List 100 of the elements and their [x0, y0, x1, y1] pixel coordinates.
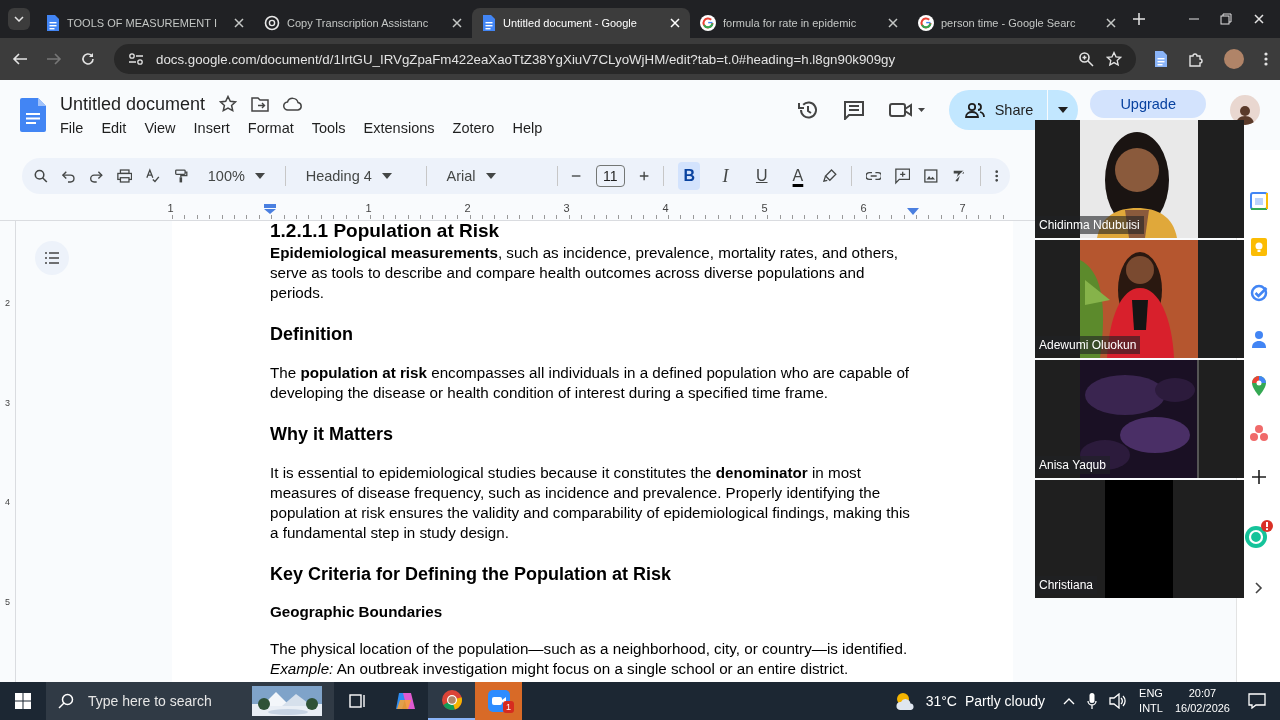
- close-icon[interactable]: [1104, 16, 1118, 30]
- style-dropdown[interactable]: Heading 4: [299, 166, 412, 186]
- ruler-number: 6: [859, 201, 868, 216]
- more-icon[interactable]: [1264, 51, 1268, 67]
- calendar-icon[interactable]: [1249, 192, 1268, 210]
- share-button[interactable]: Share: [948, 90, 1079, 130]
- cloud-icon[interactable]: [283, 97, 304, 111]
- browser-tab[interactable]: formula for rate in epidemic: [690, 8, 908, 38]
- document-title[interactable]: Untitled document: [60, 93, 206, 115]
- windows-logo-icon[interactable]: [15, 693, 31, 709]
- close-icon[interactable]: [450, 16, 464, 30]
- chevron-icon[interactable]: [1254, 582, 1263, 594]
- clock-date[interactable]: 16/02/2026: [1174, 701, 1230, 716]
- format-button[interactable]: U: [750, 162, 773, 190]
- caret-icon[interactable]: [1058, 107, 1069, 113]
- plus-icon[interactable]: [639, 170, 650, 182]
- indent-marker-icon[interactable]: [264, 204, 276, 214]
- link-icon[interactable]: [865, 171, 881, 181]
- outline-button[interactable]: [35, 241, 69, 275]
- grammar-badge-icon[interactable]: [1243, 520, 1274, 550]
- zoom-app-icon[interactable]: [487, 690, 510, 712]
- ruler-number: 5: [760, 201, 769, 216]
- print-icon[interactable]: [117, 168, 133, 184]
- ruler-number: 3: [5, 396, 10, 410]
- more-icon[interactable]: [994, 168, 998, 184]
- new-tab-icon[interactable]: [1132, 12, 1146, 26]
- menu-item[interactable]: File: [54, 118, 90, 137]
- menu-item[interactable]: View: [138, 118, 182, 137]
- avatar[interactable]: [1230, 95, 1260, 125]
- menu-item[interactable]: Edit: [95, 118, 133, 137]
- close-icon[interactable]: [1252, 12, 1266, 26]
- ruler-number: 5: [5, 595, 10, 609]
- image-icon[interactable]: [924, 168, 939, 184]
- map-pin-icon[interactable]: [1251, 376, 1266, 396]
- chevron-up-icon[interactable]: [1063, 697, 1076, 705]
- menu-item[interactable]: Zotero: [446, 118, 501, 137]
- menu-item[interactable]: Format: [241, 118, 300, 137]
- spellcheck-icon[interactable]: [146, 168, 161, 184]
- menu-item[interactable]: Insert: [187, 118, 236, 137]
- close-icon[interactable]: [886, 16, 900, 30]
- ruler-number: 4: [5, 496, 10, 509]
- format-button[interactable]: B: [678, 162, 701, 190]
- task-check-icon[interactable]: [1249, 284, 1268, 302]
- menu-item[interactable]: Extensions: [357, 118, 441, 137]
- paint-roller-icon[interactable]: [174, 168, 188, 184]
- menu-item[interactable]: Help: [506, 118, 549, 137]
- browser-tab[interactable]: Untitled document - Google: [472, 8, 690, 38]
- font-dropdown[interactable]: Arial: [440, 166, 543, 186]
- share-label[interactable]: Share: [994, 102, 1034, 118]
- language-code[interactable]: ENG: [1139, 686, 1163, 701]
- task-view-icon[interactable]: [348, 693, 367, 709]
- docs-logo-icon[interactable]: [20, 98, 46, 132]
- forward-icon[interactable]: [46, 51, 62, 67]
- notification-icon[interactable]: [1248, 693, 1266, 709]
- chrome-icon[interactable]: [440, 689, 463, 711]
- back-icon[interactable]: [12, 51, 28, 67]
- comment-icon[interactable]: [842, 100, 865, 120]
- speaker-icon[interactable]: [1109, 693, 1128, 709]
- restore-icon[interactable]: [1220, 13, 1232, 25]
- search-box[interactable]: Type here to search: [46, 682, 334, 720]
- video-camera-icon[interactable]: [888, 101, 925, 119]
- menu-item[interactable]: Tools: [305, 118, 352, 137]
- format-button[interactable]: I: [714, 162, 737, 190]
- copilot-icon[interactable]: [393, 691, 416, 711]
- keyboard-layout[interactable]: INTL: [1139, 701, 1163, 716]
- zoom-dropdown[interactable]: 100%: [201, 166, 271, 186]
- folder-icon[interactable]: [251, 96, 270, 112]
- redo-icon[interactable]: [89, 169, 103, 183]
- tab-search-button[interactable]: [8, 8, 30, 30]
- microphone-icon[interactable]: [1087, 693, 1098, 709]
- search-field[interactable]: Type here to search: [86, 692, 240, 710]
- site-info-icon[interactable]: [128, 52, 144, 66]
- font-size-field[interactable]: 11: [595, 165, 626, 187]
- history-icon[interactable]: [796, 99, 819, 121]
- contact-icon[interactable]: [1251, 330, 1266, 348]
- g-logo-icon: [700, 15, 716, 31]
- reload-icon[interactable]: [80, 51, 96, 67]
- add-comment-icon[interactable]: [894, 167, 911, 185]
- upgrade-button[interactable]: Upgrade: [1090, 90, 1206, 118]
- clock-time[interactable]: 20:07: [1174, 686, 1230, 701]
- three-dots-icon[interactable]: [1248, 424, 1269, 442]
- ruler-number: 1: [364, 201, 373, 216]
- search-icon[interactable]: [34, 168, 48, 184]
- close-icon[interactable]: [668, 16, 682, 30]
- indent-marker-icon[interactable]: [907, 208, 919, 215]
- clear-format-icon[interactable]: [952, 168, 966, 184]
- star-icon[interactable]: [219, 95, 238, 113]
- zoom-lens-icon[interactable]: [1078, 51, 1094, 67]
- caret-icon: [14, 16, 24, 22]
- add-icon[interactable]: [1251, 470, 1266, 484]
- address-bar[interactable]: docs.google.com/document/d/1IrtGU_IRVgZpaFm422eaXaoTtZ38YgXiuV7CLyoWjHM/edit?tab=t.0#heading=h.l8gn90k909gy: [114, 44, 1136, 74]
- format-button[interactable]: A: [786, 162, 810, 190]
- browser-tab[interactable]: person time - Google Searc: [908, 8, 1126, 38]
- puzzle-icon[interactable]: [1188, 51, 1204, 67]
- browser-tab[interactable]: Copy Transcription Assistanc: [254, 8, 472, 38]
- close-icon[interactable]: [232, 16, 246, 30]
- undo-icon[interactable]: [61, 169, 76, 183]
- browser-tab[interactable]: TOOLS OF MEASUREMENT I: [36, 8, 254, 38]
- document-extension-icon[interactable]: [1154, 50, 1168, 68]
- highlighter-icon[interactable]: [823, 168, 837, 184]
